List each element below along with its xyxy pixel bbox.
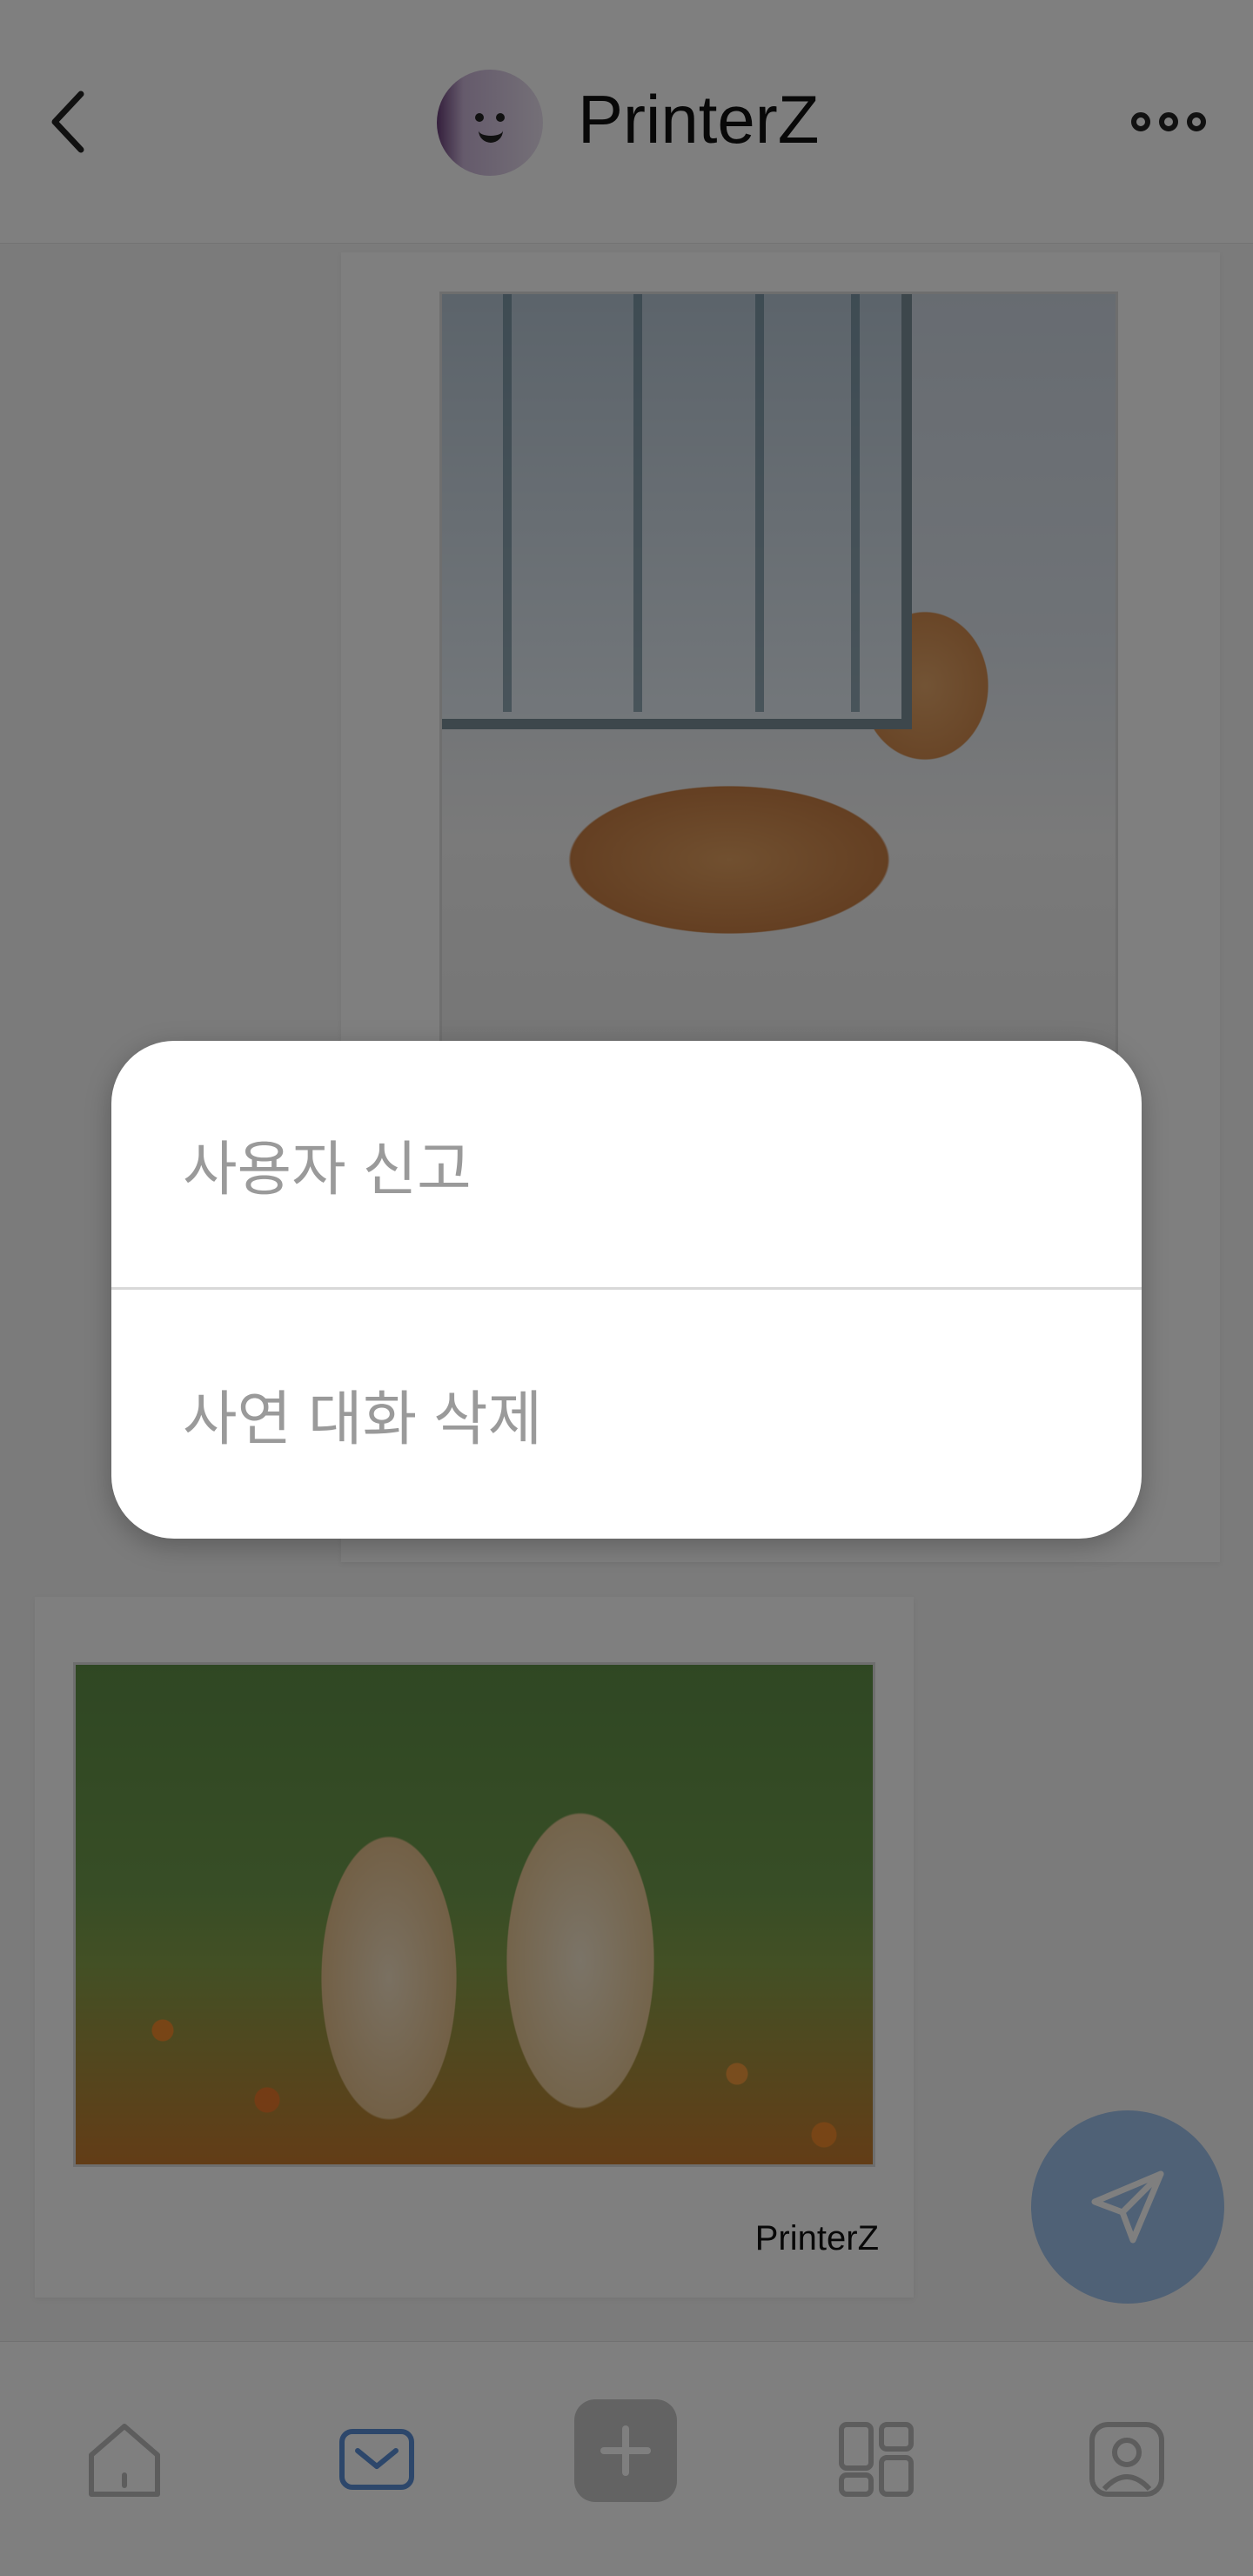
options-popup: 사용자 신고 사연 대화 삭제 (111, 1041, 1142, 1539)
delete-conversation-label: 사연 대화 삭제 (183, 1385, 543, 1452)
report-user-option[interactable]: 사용자 신고 (111, 1041, 1142, 1290)
delete-conversation-option[interactable]: 사연 대화 삭제 (111, 1290, 1142, 1537)
report-user-label: 사용자 신고 (183, 1137, 472, 1203)
